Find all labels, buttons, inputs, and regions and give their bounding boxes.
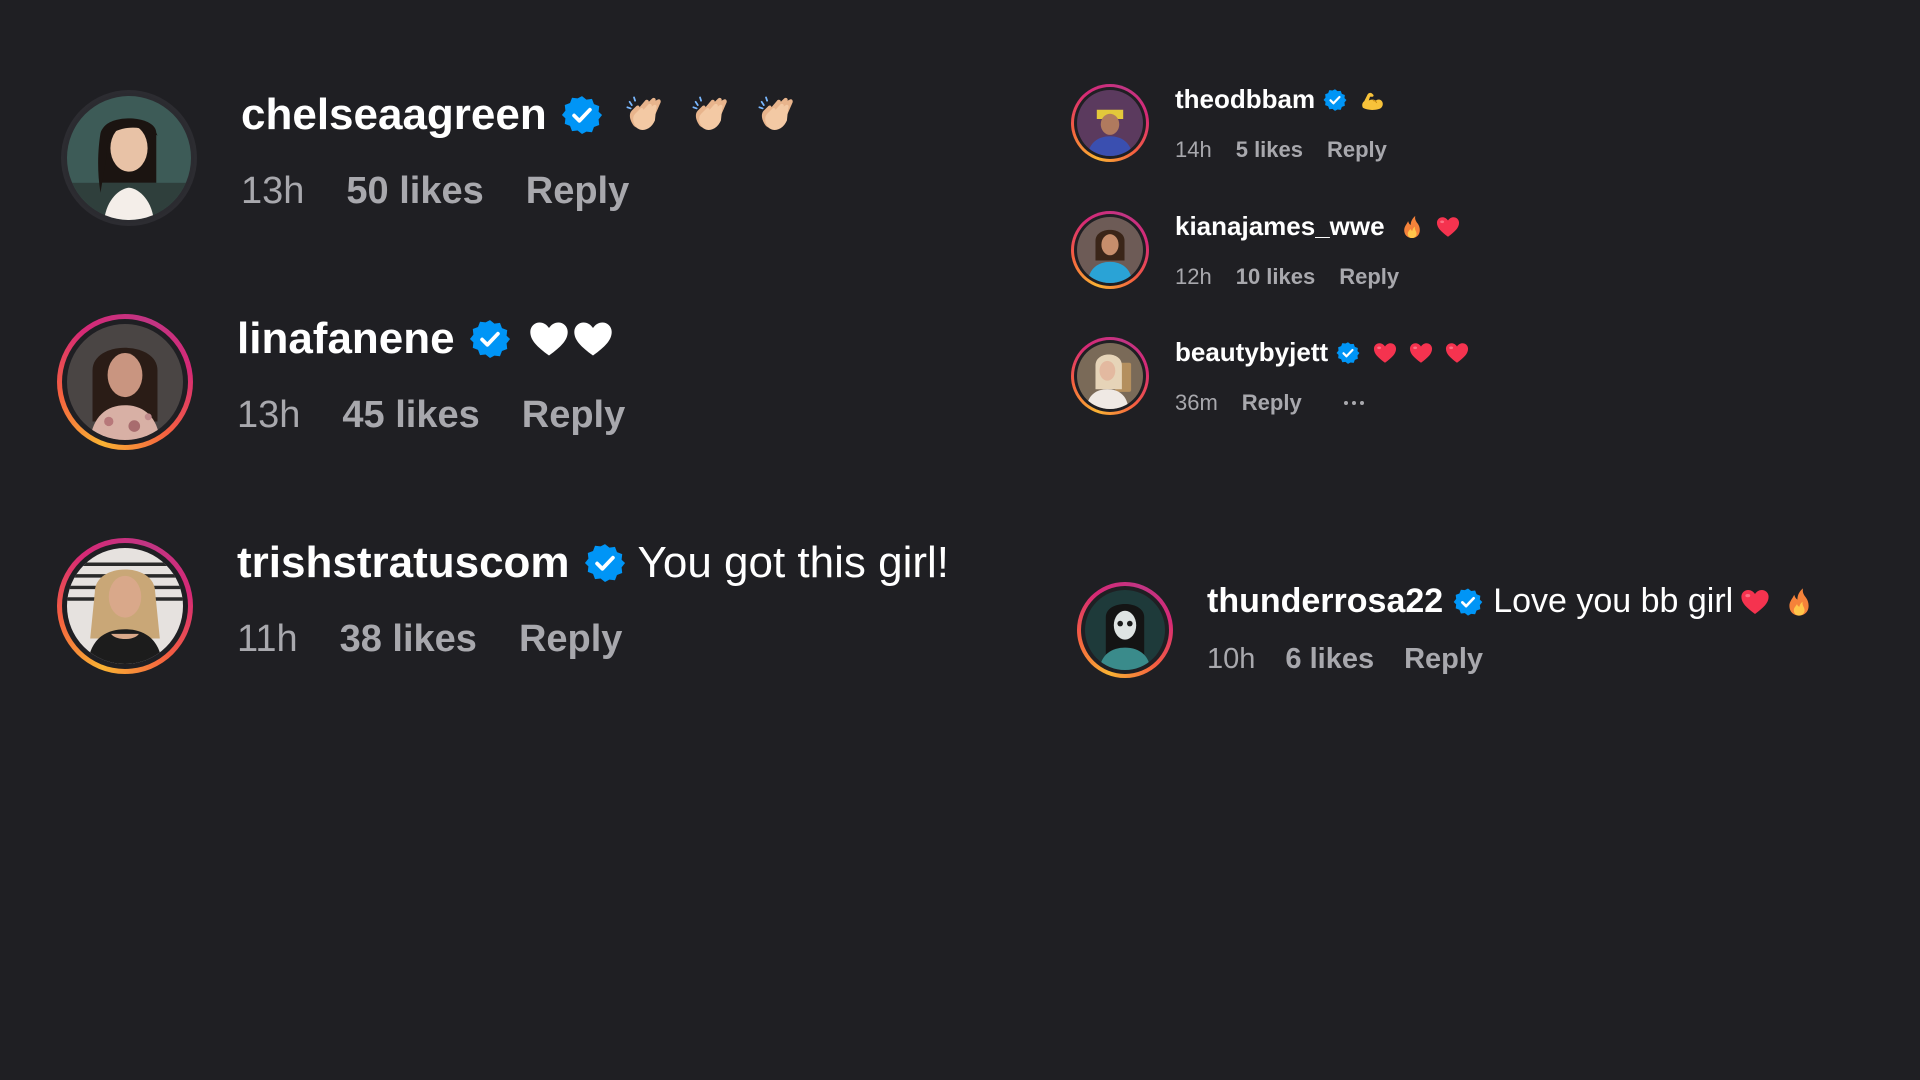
comment-time: 14h	[1175, 137, 1212, 162]
avatar[interactable]	[1071, 84, 1149, 162]
white-heart-icon	[527, 317, 571, 361]
likes-count[interactable]: 38 likes	[340, 618, 477, 661]
reply-button[interactable]: Reply	[522, 394, 625, 437]
clapping-hands-icon	[623, 93, 667, 137]
red-heart-icon	[1444, 340, 1470, 366]
reply-button[interactable]: Reply	[1339, 264, 1399, 290]
likes-count[interactable]: 45 likes	[342, 394, 479, 437]
white-heart-icon	[571, 317, 615, 361]
username[interactable]: thunderrosa22	[1207, 582, 1443, 621]
reply-button[interactable]: Reply	[1404, 643, 1483, 676]
avatar[interactable]	[61, 90, 197, 226]
comment-time: 13h	[241, 170, 305, 212]
red-heart-icon	[1739, 586, 1771, 618]
red-heart-icon	[1435, 214, 1461, 240]
comment-time: 36m	[1175, 390, 1218, 415]
username[interactable]: trishstratuscom	[237, 538, 570, 588]
likes-count[interactable]: 10 likes	[1236, 264, 1316, 290]
avatar[interactable]	[1077, 582, 1173, 678]
comment-time: 10h	[1207, 643, 1256, 675]
avatar[interactable]	[1071, 211, 1149, 289]
fire-icon	[1399, 214, 1425, 240]
likes-count[interactable]: 6 likes	[1285, 643, 1374, 676]
fire-icon	[1783, 586, 1815, 618]
comment-kianajames_wwe: kianajames_wwe 12h 10 likes Reply	[1071, 211, 1461, 290]
verified-badge-icon	[561, 94, 603, 136]
comment-linafanene: linafanene 13h 45 likes Reply	[57, 314, 667, 450]
username[interactable]: linafanene	[237, 314, 455, 364]
verified-badge-icon	[469, 318, 511, 360]
reply-button[interactable]: Reply	[519, 618, 622, 661]
reply-button[interactable]: Reply	[526, 170, 629, 213]
comment-time: 13h	[237, 394, 301, 436]
verified-badge-icon	[584, 542, 626, 584]
comment-time: 12h	[1175, 264, 1212, 289]
more-horizontal-icon[interactable]	[1343, 401, 1364, 405]
username[interactable]: chelseaagreen	[241, 90, 547, 140]
comment-theodbbam: theodbbam 14h 5 likes Reply	[1071, 84, 1411, 163]
verified-badge-icon	[1336, 341, 1360, 365]
comment-text: Love you bb girl	[1493, 582, 1734, 620]
reply-button[interactable]: Reply	[1242, 390, 1302, 416]
comments-screen: chelseaagreen 13h 50 likes Reply linafan…	[0, 0, 1920, 1080]
username[interactable]: theodbbam	[1175, 84, 1315, 115]
comment-chelseaagreen: chelseaagreen 13h 50 likes Reply	[61, 90, 799, 226]
likes-count[interactable]: 5 likes	[1236, 137, 1303, 163]
comment-trishstratuscom: trishstratuscom You got this girl! 11h 3…	[57, 538, 949, 674]
username[interactable]: kianajames_wwe	[1175, 211, 1385, 242]
comment-text: You got this girl!	[637, 538, 950, 587]
username[interactable]: beautybyjett	[1175, 337, 1328, 368]
verified-badge-icon	[1453, 587, 1483, 617]
flexed-biceps-icon	[1359, 87, 1385, 113]
comment-beautybyjett: beautybyjett 36m Reply	[1071, 337, 1470, 416]
avatar[interactable]	[57, 314, 193, 450]
comment-time: 11h	[237, 618, 298, 660]
red-heart-icon	[1408, 340, 1434, 366]
reply-button[interactable]: Reply	[1327, 137, 1387, 163]
verified-badge-icon	[1323, 88, 1347, 112]
red-heart-icon	[1372, 340, 1398, 366]
clapping-hands-icon	[755, 93, 799, 137]
likes-count[interactable]: 50 likes	[346, 170, 483, 213]
comment-thunderrosa22: thunderrosa22 Love you bb girl 10h 6 lik…	[1077, 582, 1815, 678]
clapping-hands-icon	[689, 93, 733, 137]
avatar[interactable]	[57, 538, 193, 674]
avatar[interactable]	[1071, 337, 1149, 415]
